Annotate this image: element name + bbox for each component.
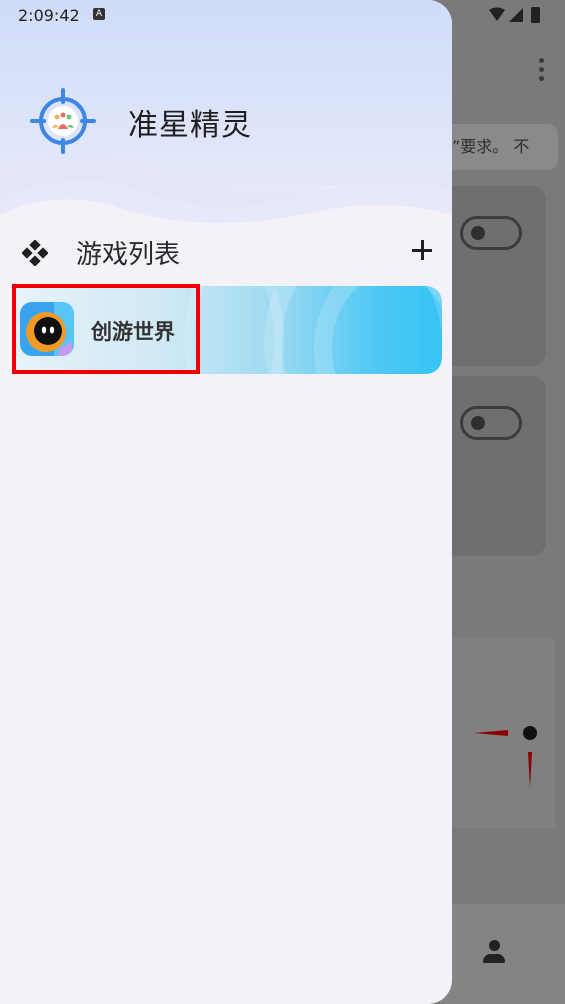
- add-game-icon[interactable]: [410, 238, 434, 262]
- bottom-nav: [440, 904, 565, 1004]
- app-logo-icon: [30, 88, 96, 154]
- more-options-icon[interactable]: [537, 58, 545, 84]
- status-time: 2:09:42: [18, 6, 80, 25]
- crosshair-preview: [440, 638, 555, 828]
- game-list-title: 游戏列表: [76, 240, 181, 270]
- gamepad-icon: [21, 239, 49, 267]
- background-banner: ”要求。 不: [440, 124, 558, 170]
- navigation-drawer: 准星精灵 游戏列表 创游世界: [0, 0, 452, 1004]
- toggle-switch[interactable]: [460, 216, 522, 250]
- status-icons: [487, 6, 547, 24]
- notification-a-icon: A: [93, 8, 105, 20]
- app-title: 准星精灵: [128, 108, 252, 143]
- background-card: [440, 376, 546, 556]
- profile-icon[interactable]: [483, 940, 505, 966]
- selection-highlight-box: [12, 284, 200, 374]
- toggle-switch[interactable]: [460, 406, 522, 440]
- background-card: [440, 186, 546, 366]
- status-bar: 2:09:42 A: [0, 0, 565, 32]
